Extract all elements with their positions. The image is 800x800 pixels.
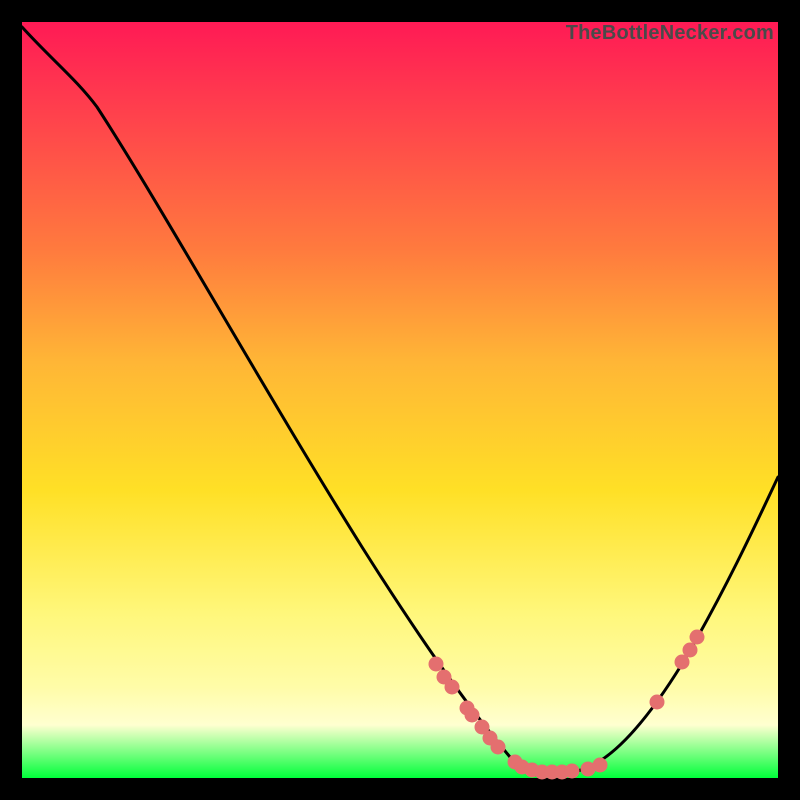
chart-data-point bbox=[683, 643, 698, 658]
chart-data-point bbox=[650, 695, 665, 710]
chart-frame: TheBottleNecker.com bbox=[22, 22, 778, 778]
chart-dots-group bbox=[429, 630, 705, 780]
chart-svg bbox=[22, 22, 778, 778]
chart-data-point bbox=[491, 740, 506, 755]
chart-data-point bbox=[593, 758, 608, 773]
chart-data-point bbox=[445, 680, 460, 695]
chart-data-point bbox=[429, 657, 444, 672]
chart-data-point bbox=[465, 708, 480, 723]
chart-data-point bbox=[690, 630, 705, 645]
chart-data-point bbox=[565, 764, 580, 779]
chart-curve bbox=[22, 27, 778, 772]
